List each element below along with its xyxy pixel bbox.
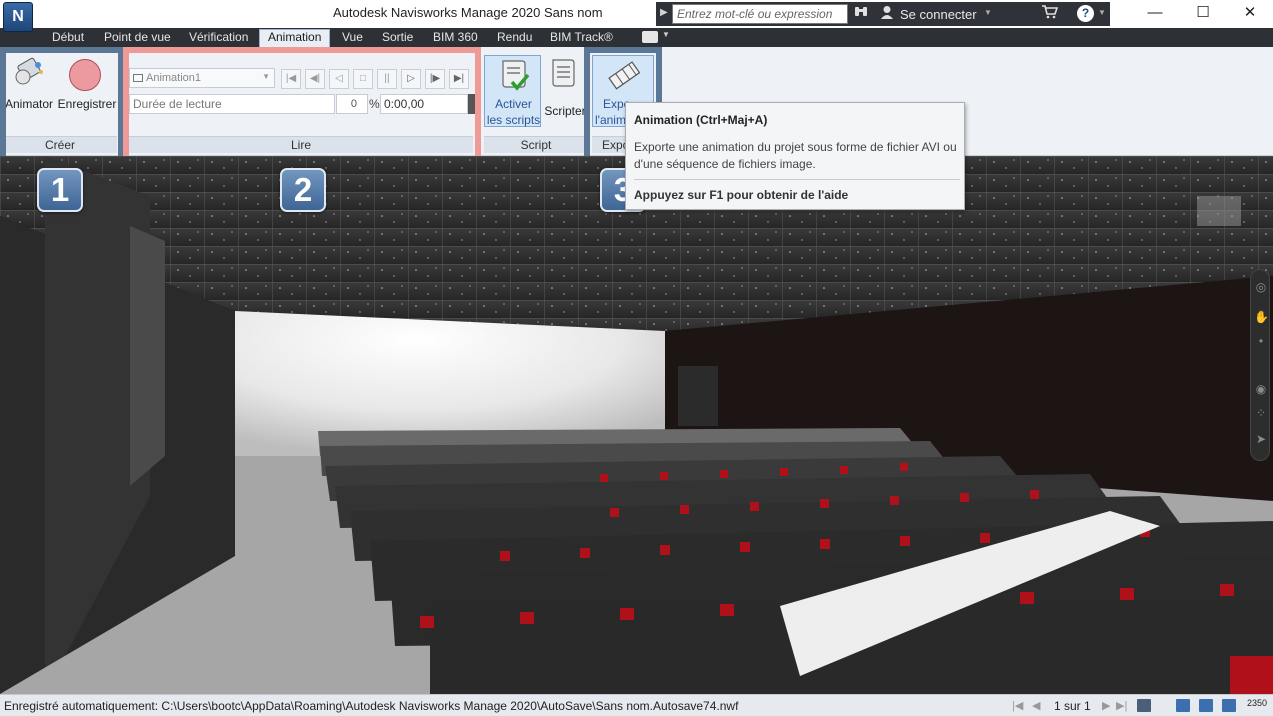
sheet-browser-icon[interactable] bbox=[1137, 699, 1151, 712]
3d-viewport[interactable]: ◎ ✋ • ◉ ⁘ ➤ bbox=[0, 156, 1273, 694]
title-bar: N Autodesk Navisworks Manage 2020 Sans n… bbox=[0, 0, 1273, 32]
highlight-lire-panel bbox=[123, 47, 481, 162]
close-button[interactable]: ✕ bbox=[1235, 3, 1265, 25]
quick-access-icon[interactable] bbox=[642, 31, 658, 43]
tooltip-help-hint: Appuyez sur F1 pour obtenir de l'aide bbox=[634, 188, 849, 202]
infocenter-toolbar: ▶ Entrez mot-clé ou expression Se connec… bbox=[656, 2, 1110, 26]
first-sheet-icon[interactable]: |◀ bbox=[1012, 699, 1023, 712]
steering-wheel-icon[interactable]: ◎ bbox=[1254, 280, 1268, 294]
user-icon[interactable] bbox=[880, 5, 894, 22]
orbit-icon[interactable]: ◉ bbox=[1254, 382, 1268, 396]
prev-sheet-icon[interactable]: ◀ bbox=[1032, 699, 1040, 712]
pencil-icon[interactable] bbox=[1176, 699, 1190, 712]
document-name: Sans nom bbox=[544, 5, 603, 20]
tab-debut[interactable]: Début bbox=[52, 30, 84, 47]
cart-icon[interactable] bbox=[1042, 5, 1059, 22]
tab-verification[interactable]: Vérification bbox=[189, 30, 248, 47]
tab-sortie[interactable]: Sortie bbox=[382, 30, 413, 47]
sheet-count: 1 sur 1 bbox=[1054, 699, 1091, 713]
highlight-creer-panel bbox=[0, 47, 124, 162]
minimize-button[interactable]: — bbox=[1140, 3, 1170, 25]
export-animation-tooltip: Animation (Ctrl+Maj+A) Exporte une anima… bbox=[625, 102, 965, 210]
script-enabled-icon bbox=[498, 58, 530, 95]
search-input[interactable]: Entrez mot-clé ou expression bbox=[672, 4, 848, 24]
memory-icon[interactable] bbox=[1222, 699, 1236, 712]
tooltip-title: Animation (Ctrl+Maj+A) bbox=[634, 113, 768, 127]
select-cursor-icon[interactable]: ➤ bbox=[1254, 432, 1268, 446]
status-bar: Enregistré automatiquement: C:\Users\boo… bbox=[0, 694, 1273, 716]
tab-vue[interactable]: Vue bbox=[342, 30, 363, 47]
memory-usage: 2350 bbox=[1247, 698, 1268, 708]
panel-title-script: Script bbox=[484, 136, 588, 153]
dot-icon: • bbox=[1258, 334, 1264, 348]
enable-scripts-label-2: les scripts bbox=[486, 113, 541, 127]
scripter-label: Scripter bbox=[544, 104, 586, 118]
sign-in-link[interactable]: Se connecter bbox=[900, 7, 977, 22]
tab-bim-360[interactable]: BIM 360 bbox=[433, 30, 478, 47]
tab-bim-track[interactable]: BIM Track® bbox=[550, 30, 613, 47]
tooltip-divider bbox=[634, 179, 960, 180]
navigation-bar: ◎ ✋ • ◉ ⁘ ➤ bbox=[1250, 269, 1270, 461]
ribbon-tab-bar: Début Point de vue Vérification Animatio… bbox=[0, 28, 1273, 47]
pan-hand-icon[interactable]: ✋ bbox=[1254, 310, 1269, 324]
scripter-button[interactable]: Scripter bbox=[542, 55, 588, 127]
last-sheet-icon[interactable]: ▶| bbox=[1116, 699, 1127, 712]
chevron-down-icon[interactable]: ▼ bbox=[984, 8, 992, 17]
chevron-down-icon[interactable]: ▼ bbox=[1098, 8, 1106, 17]
app-menu-button[interactable]: N bbox=[3, 2, 33, 32]
viewcube[interactable] bbox=[1197, 196, 1241, 226]
disk-icon[interactable] bbox=[1199, 699, 1213, 712]
cinema-scene-image bbox=[0, 156, 1273, 694]
maximize-button[interactable]: ☐ bbox=[1188, 3, 1218, 25]
binoculars-icon[interactable] bbox=[854, 5, 868, 21]
tooltip-description: Exporte une animation du projet sous for… bbox=[634, 140, 957, 171]
walk-icon[interactable]: ⁘ bbox=[1254, 406, 1268, 420]
tab-animation[interactable]: Animation bbox=[259, 29, 331, 47]
expand-arrow-icon[interactable]: ▶ bbox=[660, 7, 668, 18]
badge-2: 2 bbox=[280, 168, 326, 212]
tab-point-de-vue[interactable]: Point de vue bbox=[104, 30, 171, 47]
window-title: Autodesk Navisworks Manage 2020 bbox=[333, 5, 541, 20]
autosave-status: Enregistré automatiquement: C:\Users\boo… bbox=[4, 699, 739, 713]
scripter-icon bbox=[549, 57, 579, 94]
chevron-down-icon[interactable]: ▼ bbox=[662, 30, 670, 39]
next-sheet-icon[interactable]: ▶ bbox=[1102, 699, 1110, 712]
enable-scripts-label-1: Activer bbox=[495, 97, 532, 111]
help-icon[interactable]: ? bbox=[1077, 5, 1094, 22]
badge-1: 1 bbox=[37, 168, 83, 212]
tab-rendu[interactable]: Rendu bbox=[497, 30, 532, 47]
enable-scripts-button[interactable]: Activer les scripts bbox=[484, 55, 541, 127]
